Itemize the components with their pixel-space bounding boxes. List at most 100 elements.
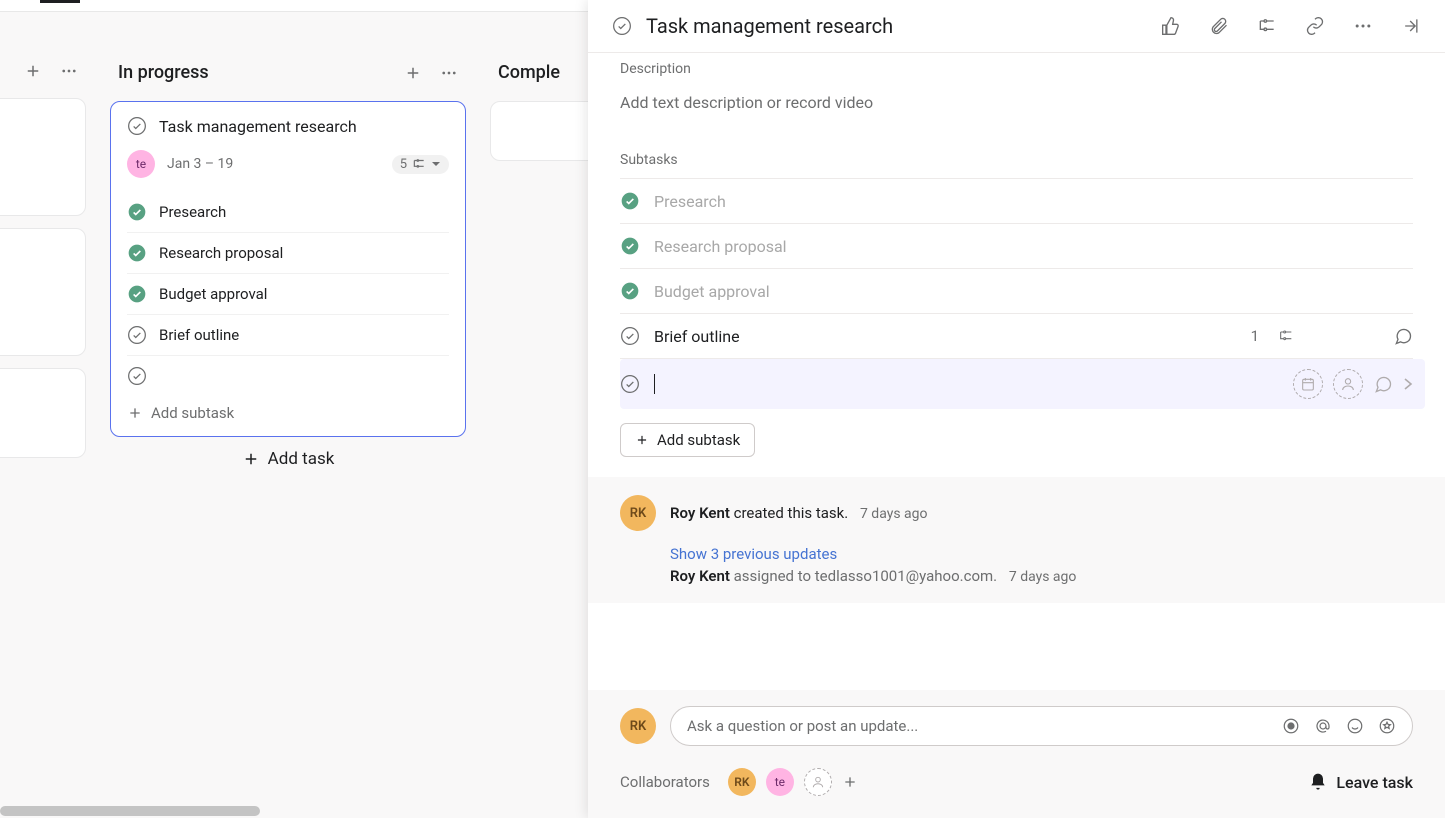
check-done-icon[interactable] (127, 243, 147, 263)
chevron-right-icon[interactable] (1403, 377, 1413, 391)
check-circle-icon[interactable] (127, 366, 147, 386)
subtasks-icon (1277, 328, 1295, 344)
column-title: In progress (118, 62, 209, 83)
horizontal-scrollbar[interactable] (0, 806, 260, 818)
link-icon[interactable] (1305, 16, 1325, 36)
assignee-picker-icon[interactable] (1333, 369, 1363, 399)
check-circle-icon[interactable] (127, 116, 147, 136)
new-subtask-input[interactable] (620, 359, 1425, 409)
add-subtask-link[interactable]: Add subtask (127, 404, 449, 422)
check-done-icon[interactable] (620, 236, 640, 256)
card-date: Jan 3 – 19 (167, 156, 233, 172)
detail-subtask[interactable]: Budget approval (620, 269, 1413, 314)
task-card[interactable]: esearch (0, 228, 86, 356)
task-card[interactable]: nt research (0, 98, 86, 216)
board-column: nt research esearch esearch (0, 62, 86, 470)
card-subtask[interactable]: Budget approval (127, 274, 449, 315)
emoji-icon[interactable] (1346, 717, 1364, 735)
comment-input[interactable]: Ask a question or post an update... (670, 706, 1413, 746)
subtask-label: Presearch (654, 192, 726, 211)
check-done-icon[interactable] (620, 281, 640, 301)
scrollbar-thumb[interactable] (0, 806, 260, 816)
add-subtask-label: Add subtask (657, 431, 740, 449)
check-done-icon[interactable] (620, 191, 640, 211)
activity-action: created this task. (730, 504, 848, 522)
comment-placeholder: Ask a question or post an update... (687, 717, 1282, 735)
collaborators-label: Collaborators (620, 773, 710, 791)
activity-assigned: Roy Kent assigned to tedlasso1001@yahoo.… (670, 567, 1413, 585)
check-circle-icon[interactable] (612, 16, 632, 36)
mention-icon[interactable] (1314, 717, 1332, 735)
show-previous-link[interactable]: Show 3 previous updates (670, 545, 1413, 563)
plus-icon[interactable] (24, 62, 42, 80)
add-task-button[interactable]: Add task (110, 449, 466, 469)
collaborator-avatar[interactable]: RK (728, 768, 756, 796)
detail-header: Task management research (588, 0, 1445, 53)
description-label: Description (620, 61, 1413, 77)
card-subtask[interactable]: Research proposal (127, 233, 449, 274)
chevron-down-icon (431, 159, 441, 169)
more-icon[interactable] (440, 64, 458, 82)
add-collaborator-icon[interactable] (842, 774, 858, 790)
plus-icon[interactable] (404, 64, 422, 82)
check-circle-icon[interactable] (620, 326, 640, 346)
detail-footer: RK Ask a question or post an update... C… (588, 690, 1445, 818)
close-panel-icon[interactable] (1401, 16, 1421, 36)
add-collaborator-placeholder[interactable] (804, 768, 832, 796)
subtask-count: 1 (1251, 327, 1259, 345)
leave-task-label: Leave task (1336, 773, 1413, 792)
subtask-label: Budget approval (159, 285, 267, 303)
plus-icon (242, 450, 260, 468)
task-card-selected[interactable]: Task management research te Jan 3 – 19 5… (110, 101, 466, 437)
add-task-label: Add task (268, 449, 335, 469)
activity-time: 7 days ago (860, 506, 928, 522)
assignee-avatar[interactable]: te (127, 150, 155, 178)
plus-icon (635, 433, 649, 447)
comment-icon[interactable] (1373, 374, 1393, 394)
board-column-in-progress: In progress Task management research te … (110, 62, 466, 470)
more-icon[interactable] (1353, 16, 1373, 36)
creator-avatar[interactable]: RK (620, 495, 656, 531)
check-circle-icon[interactable] (127, 325, 147, 345)
detail-subtask[interactable]: Brief outline 1 (620, 314, 1413, 359)
subtask-label: Budget approval (654, 282, 770, 301)
activity-text: Roy Kent created this task. 7 days ago (670, 504, 928, 522)
creator-name: Roy Kent (670, 504, 730, 522)
card-title: Task management research (159, 117, 357, 136)
current-user-avatar[interactable]: RK (620, 708, 656, 744)
detail-title[interactable]: Task management research (646, 14, 1147, 38)
subtasks-label: Subtasks (620, 152, 1413, 168)
star-icon[interactable] (1378, 717, 1396, 735)
collaborator-avatar[interactable]: te (766, 768, 794, 796)
add-subtask-button[interactable]: Add subtask (620, 423, 755, 457)
card-subtask[interactable]: Presearch (127, 192, 449, 233)
more-icon[interactable] (60, 62, 78, 80)
detail-subtask[interactable]: Research proposal (620, 224, 1413, 269)
task-card[interactable]: esearch (0, 368, 86, 458)
date-picker-icon[interactable] (1293, 369, 1323, 399)
add-subtask-label: Add subtask (151, 404, 234, 422)
subtask-count: 5 (400, 157, 407, 172)
check-circle-icon[interactable] (620, 374, 640, 394)
comment-icon[interactable] (1393, 326, 1413, 346)
check-done-icon[interactable] (127, 284, 147, 304)
subtask-count-badge[interactable]: 5 (392, 155, 449, 174)
leave-task-button[interactable]: Leave task (1308, 772, 1413, 792)
subtask-label: Brief outline (159, 326, 239, 344)
description-placeholder[interactable]: Add text description or record video (620, 87, 1413, 152)
attachment-icon[interactable] (1209, 16, 1229, 36)
like-icon[interactable] (1161, 16, 1181, 36)
card-subtask[interactable]: Brief outline (127, 315, 449, 356)
record-icon[interactable] (1282, 717, 1300, 735)
subtask-label: Brief outline (654, 327, 740, 346)
active-tab-indicator (40, 0, 80, 3)
card-subtask-empty[interactable] (127, 356, 449, 396)
assigned-text: assigned to tedlasso1001@yahoo.com. (730, 567, 997, 585)
subtasks-icon[interactable] (1257, 16, 1277, 36)
detail-subtask[interactable]: Presearch (620, 179, 1413, 224)
text-cursor (654, 374, 655, 394)
plus-icon (127, 405, 143, 421)
bell-icon (1308, 772, 1328, 792)
subtasks-icon (411, 157, 427, 171)
check-done-icon[interactable] (127, 202, 147, 222)
